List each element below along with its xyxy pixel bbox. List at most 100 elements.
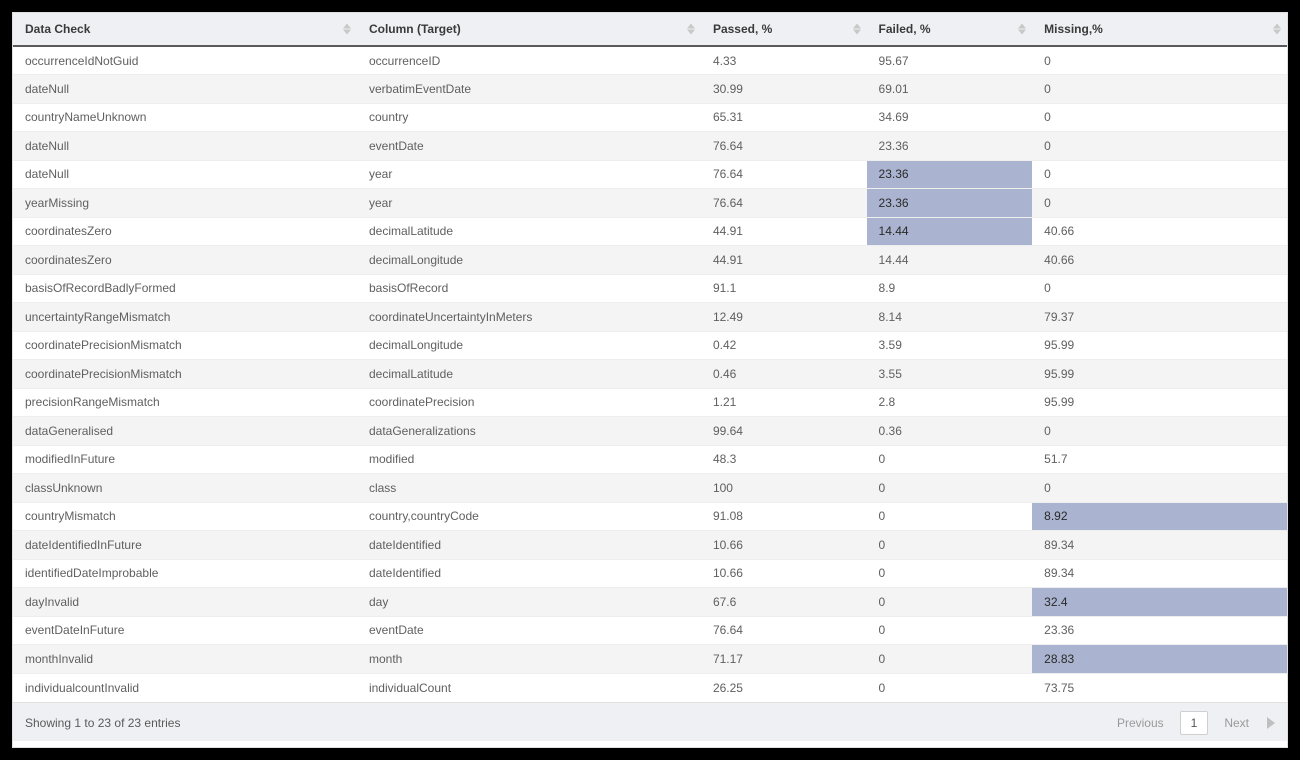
table-row[interactable]: dataGeneraliseddataGeneralizations99.640… (13, 417, 1287, 446)
table-row[interactable]: precisionRangeMismatchcoordinatePrecisio… (13, 388, 1287, 417)
table-row[interactable]: uncertaintyRangeMismatchcoordinateUncert… (13, 303, 1287, 332)
cell-data-check: modifiedInFuture (13, 445, 357, 474)
table-body: occurrenceIdNotGuidoccurrenceID4.3395.67… (13, 46, 1287, 702)
table-row[interactable]: coordinatePrecisionMismatchdecimalLatitu… (13, 360, 1287, 389)
cell-data-check: countryMismatch (13, 502, 357, 531)
cell-missing: 23.36 (1032, 616, 1287, 645)
table-row[interactable]: basisOfRecordBadlyFormedbasisOfRecord91.… (13, 274, 1287, 303)
cell-missing: 95.99 (1032, 331, 1287, 360)
chevron-right-icon[interactable] (1267, 717, 1275, 729)
cell-data-check: eventDateInFuture (13, 616, 357, 645)
col-header-missing[interactable]: Missing,% (1032, 13, 1287, 46)
table-row[interactable]: dateNullverbatimEventDate30.9969.010 (13, 75, 1287, 104)
data-table-panel: Data Check Column (Target) Passed, % Fai… (12, 12, 1288, 748)
cell-missing: 32.4 (1032, 588, 1287, 617)
table-row[interactable]: countryNameUnknowncountry65.3134.690 (13, 103, 1287, 132)
table-row[interactable]: monthInvalidmonth71.17028.83 (13, 645, 1287, 674)
col-header-label: Data Check (25, 22, 90, 36)
table-row[interactable]: dayInvalidday67.6032.4 (13, 588, 1287, 617)
cell-failed: 0 (867, 445, 1033, 474)
col-header-data-check[interactable]: Data Check (13, 13, 357, 46)
cell-failed: 23.36 (867, 189, 1033, 218)
cell-column-target: coordinateUncertaintyInMeters (357, 303, 701, 332)
table-row[interactable]: dateNulleventDate76.6423.360 (13, 132, 1287, 161)
table-row[interactable]: yearMissingyear76.6423.360 (13, 189, 1287, 218)
cell-column-target: dateIdentified (357, 531, 701, 560)
cell-column-target: year (357, 160, 701, 189)
col-header-failed[interactable]: Failed, % (867, 13, 1033, 46)
table-row[interactable]: modifiedInFuturemodified48.3051.7 (13, 445, 1287, 474)
cell-failed: 0 (867, 474, 1033, 503)
cell-failed: 0 (867, 616, 1033, 645)
cell-data-check: classUnknown (13, 474, 357, 503)
table-row[interactable]: countryMismatchcountry,countryCode91.080… (13, 502, 1287, 531)
sort-icon (853, 24, 861, 35)
pager: Previous 1 Next (1107, 711, 1275, 735)
cell-failed: 23.36 (867, 132, 1033, 161)
cell-column-target: decimalLongitude (357, 331, 701, 360)
sort-icon (1018, 24, 1026, 35)
table-row[interactable]: individualcountInvalidindividualCount26.… (13, 673, 1287, 702)
sort-icon (1273, 24, 1281, 35)
table-row[interactable]: classUnknownclass10000 (13, 474, 1287, 503)
cell-column-target: modified (357, 445, 701, 474)
cell-passed: 1.21 (701, 388, 867, 417)
col-header-passed[interactable]: Passed, % (701, 13, 867, 46)
cell-passed: 91.1 (701, 274, 867, 303)
cell-column-target: dataGeneralizations (357, 417, 701, 446)
cell-passed: 26.25 (701, 673, 867, 702)
cell-passed: 71.17 (701, 645, 867, 674)
cell-failed: 23.36 (867, 160, 1033, 189)
cell-failed: 0 (867, 502, 1033, 531)
cell-column-target: country (357, 103, 701, 132)
cell-missing: 79.37 (1032, 303, 1287, 332)
table-row[interactable]: occurrenceIdNotGuidoccurrenceID4.3395.67… (13, 46, 1287, 75)
cell-missing: 40.66 (1032, 246, 1287, 275)
cell-missing: 0 (1032, 132, 1287, 161)
cell-failed: 14.44 (867, 246, 1033, 275)
cell-passed: 99.64 (701, 417, 867, 446)
cell-failed: 0 (867, 588, 1033, 617)
cell-column-target: class (357, 474, 701, 503)
cell-passed: 0.46 (701, 360, 867, 389)
cell-missing: 0 (1032, 46, 1287, 75)
cell-data-check: dayInvalid (13, 588, 357, 617)
table-row[interactable]: coordinatesZerodecimalLongitude44.9114.4… (13, 246, 1287, 275)
previous-button[interactable]: Previous (1107, 712, 1174, 734)
sort-icon (343, 24, 351, 35)
cell-data-check: dateNull (13, 160, 357, 189)
col-header-label: Missing,% (1044, 22, 1103, 36)
cell-passed: 76.64 (701, 160, 867, 189)
cell-column-target: country,countryCode (357, 502, 701, 531)
cell-passed: 76.64 (701, 616, 867, 645)
cell-data-check: monthInvalid (13, 645, 357, 674)
sort-icon (687, 24, 695, 35)
cell-missing: 0 (1032, 103, 1287, 132)
next-button[interactable]: Next (1214, 712, 1259, 734)
cell-data-check: coordinatesZero (13, 217, 357, 246)
cell-missing: 8.92 (1032, 502, 1287, 531)
cell-data-check: precisionRangeMismatch (13, 388, 357, 417)
cell-failed: 8.9 (867, 274, 1033, 303)
table-row[interactable]: dateIdentifiedInFuturedateIdentified10.6… (13, 531, 1287, 560)
table-row[interactable]: dateNullyear76.6423.360 (13, 160, 1287, 189)
table-row[interactable]: identifiedDateImprobabledateIdentified10… (13, 559, 1287, 588)
cell-passed: 44.91 (701, 217, 867, 246)
cell-data-check: identifiedDateImprobable (13, 559, 357, 588)
cell-passed: 10.66 (701, 559, 867, 588)
cell-passed: 0.42 (701, 331, 867, 360)
cell-column-target: verbatimEventDate (357, 75, 701, 104)
col-header-label: Column (Target) (369, 22, 461, 36)
cell-data-check: occurrenceIdNotGuid (13, 46, 357, 75)
cell-missing: 95.99 (1032, 388, 1287, 417)
table-row[interactable]: coordinatePrecisionMismatchdecimalLongit… (13, 331, 1287, 360)
page-number-button[interactable]: 1 (1180, 711, 1209, 735)
table-row[interactable]: eventDateInFutureeventDate76.64023.36 (13, 616, 1287, 645)
col-header-label: Failed, % (879, 22, 931, 36)
table-row[interactable]: coordinatesZerodecimalLatitude44.9114.44… (13, 217, 1287, 246)
cell-missing: 89.34 (1032, 559, 1287, 588)
col-header-column-target[interactable]: Column (Target) (357, 13, 701, 46)
cell-failed: 34.69 (867, 103, 1033, 132)
cell-passed: 30.99 (701, 75, 867, 104)
cell-column-target: occurrenceID (357, 46, 701, 75)
